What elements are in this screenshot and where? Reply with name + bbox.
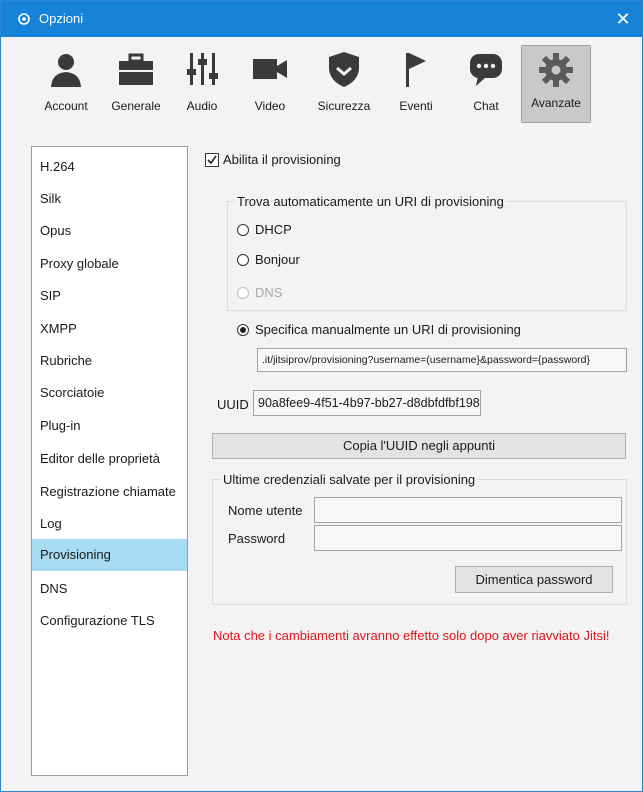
tab-label: Generale — [111, 99, 161, 113]
tab-label: Avanzate — [531, 96, 581, 110]
app-icon — [18, 13, 30, 25]
dhcp-radio[interactable] — [237, 224, 249, 236]
tab-generale[interactable]: Generale — [101, 49, 171, 125]
sidebar-item-sip[interactable]: SIP — [32, 280, 187, 312]
manual-uri-radio[interactable] — [237, 324, 249, 336]
tab-sicurezza[interactable]: Sicurezza — [309, 49, 379, 125]
tab-label: Audio — [186, 99, 218, 113]
auto-discovery-title: Trova automaticamente un URI di provisio… — [235, 194, 506, 209]
enable-provisioning-checkbox[interactable] — [205, 153, 219, 167]
dhcp-label: DHCP — [255, 222, 292, 237]
enable-provisioning-label: Abilita il provisioning — [223, 152, 341, 167]
flag-icon — [406, 53, 426, 87]
tab-video[interactable]: Video — [245, 49, 295, 125]
copy-uuid-button[interactable]: Copia l'UUID negli appunti — [212, 433, 626, 459]
sidebar-item-proxy-globale[interactable]: Proxy globale — [32, 248, 187, 280]
sidebar-item-registrazione-chiamate[interactable]: Registrazione chiamate — [32, 476, 187, 508]
sidebar-item-xmpp[interactable]: XMPP — [32, 313, 187, 345]
credentials-title: Ultime credenziali salvate per il provis… — [221, 472, 478, 487]
person-icon — [51, 54, 81, 87]
tab-label: Eventi — [399, 99, 433, 113]
password-field[interactable] — [314, 525, 622, 551]
uuid-field[interactable]: 90a8fee9-4f51-4b97-bb27-d8dbfdfbf198 — [253, 390, 481, 416]
advanced-sections-list: H.264 Silk Opus Proxy globale SIP XMPP R… — [31, 146, 188, 776]
camera-icon — [253, 59, 287, 79]
sidebar-item-opus[interactable]: Opus — [32, 215, 187, 247]
options-window: Opzioni ✕ Account Generale Audio Video S… — [0, 0, 643, 792]
dns-label: DNS — [255, 285, 283, 300]
sidebar-item-log[interactable]: Log — [32, 508, 187, 540]
manual-uri-value: .it/jitsiprov/provisioning?username=(use… — [262, 354, 591, 366]
sidebar-item-rubriche[interactable]: Rubriche — [32, 345, 187, 377]
sidebar-item-scorciatoie[interactable]: Scorciatoie — [32, 377, 187, 409]
close-icon[interactable]: ✕ — [610, 7, 636, 31]
tab-label: Chat — [473, 99, 499, 113]
restart-note: Nota che i cambiamenti avranno effetto s… — [213, 628, 610, 643]
window-title: Opzioni — [39, 11, 84, 26]
briefcase-icon — [119, 53, 153, 85]
sidebar-item-dns[interactable]: DNS — [32, 573, 187, 605]
title-bar: Opzioni ✕ — [1, 1, 642, 37]
sidebar-item-plug-in[interactable]: Plug-in — [32, 410, 187, 442]
sidebar-item-silk[interactable]: Silk — [32, 183, 187, 215]
password-label: Password — [228, 531, 286, 546]
uuid-value: 90a8fee9-4f51-4b97-bb27-d8dbfdfbf198 — [258, 396, 480, 410]
settings-toolbar: Account Generale Audio Video Sicurezza E… — [1, 37, 642, 133]
tab-eventi[interactable]: Eventi — [391, 49, 441, 125]
tab-label: Sicurezza — [317, 99, 371, 113]
tab-chat[interactable]: Chat — [461, 49, 511, 125]
uuid-label: UUID — [217, 397, 249, 412]
sidebar-item-editor-proprieta[interactable]: Editor delle proprietà — [32, 443, 187, 475]
dns-radio[interactable] — [237, 287, 249, 299]
username-field[interactable] — [314, 497, 622, 523]
username-label: Nome utente — [228, 503, 303, 518]
tab-label: Video — [254, 99, 286, 113]
sidebar-item-provisioning[interactable]: Provisioning — [32, 539, 187, 571]
gear-icon — [539, 53, 573, 87]
shield-icon — [329, 52, 359, 87]
tab-avanzate[interactable]: Avanzate — [521, 45, 591, 123]
tab-audio[interactable]: Audio — [177, 49, 227, 125]
checkmark-icon — [207, 155, 217, 165]
chat-bubble-icon — [470, 54, 502, 86]
bonjour-label: Bonjour — [255, 252, 300, 267]
manual-uri-input[interactable]: .it/jitsiprov/provisioning?username=(use… — [257, 348, 627, 372]
sliders-icon — [187, 53, 218, 85]
tab-account[interactable]: Account — [31, 49, 101, 125]
sidebar-item-configurazione-tls[interactable]: Configurazione TLS — [32, 605, 187, 637]
forget-password-button[interactable]: Dimentica password — [455, 566, 613, 593]
tab-label: Account — [44, 99, 88, 113]
sidebar-item-h264[interactable]: H.264 — [32, 151, 187, 183]
manual-uri-label: Specifica manualmente un URI di provisio… — [255, 322, 521, 337]
bonjour-radio[interactable] — [237, 254, 249, 266]
